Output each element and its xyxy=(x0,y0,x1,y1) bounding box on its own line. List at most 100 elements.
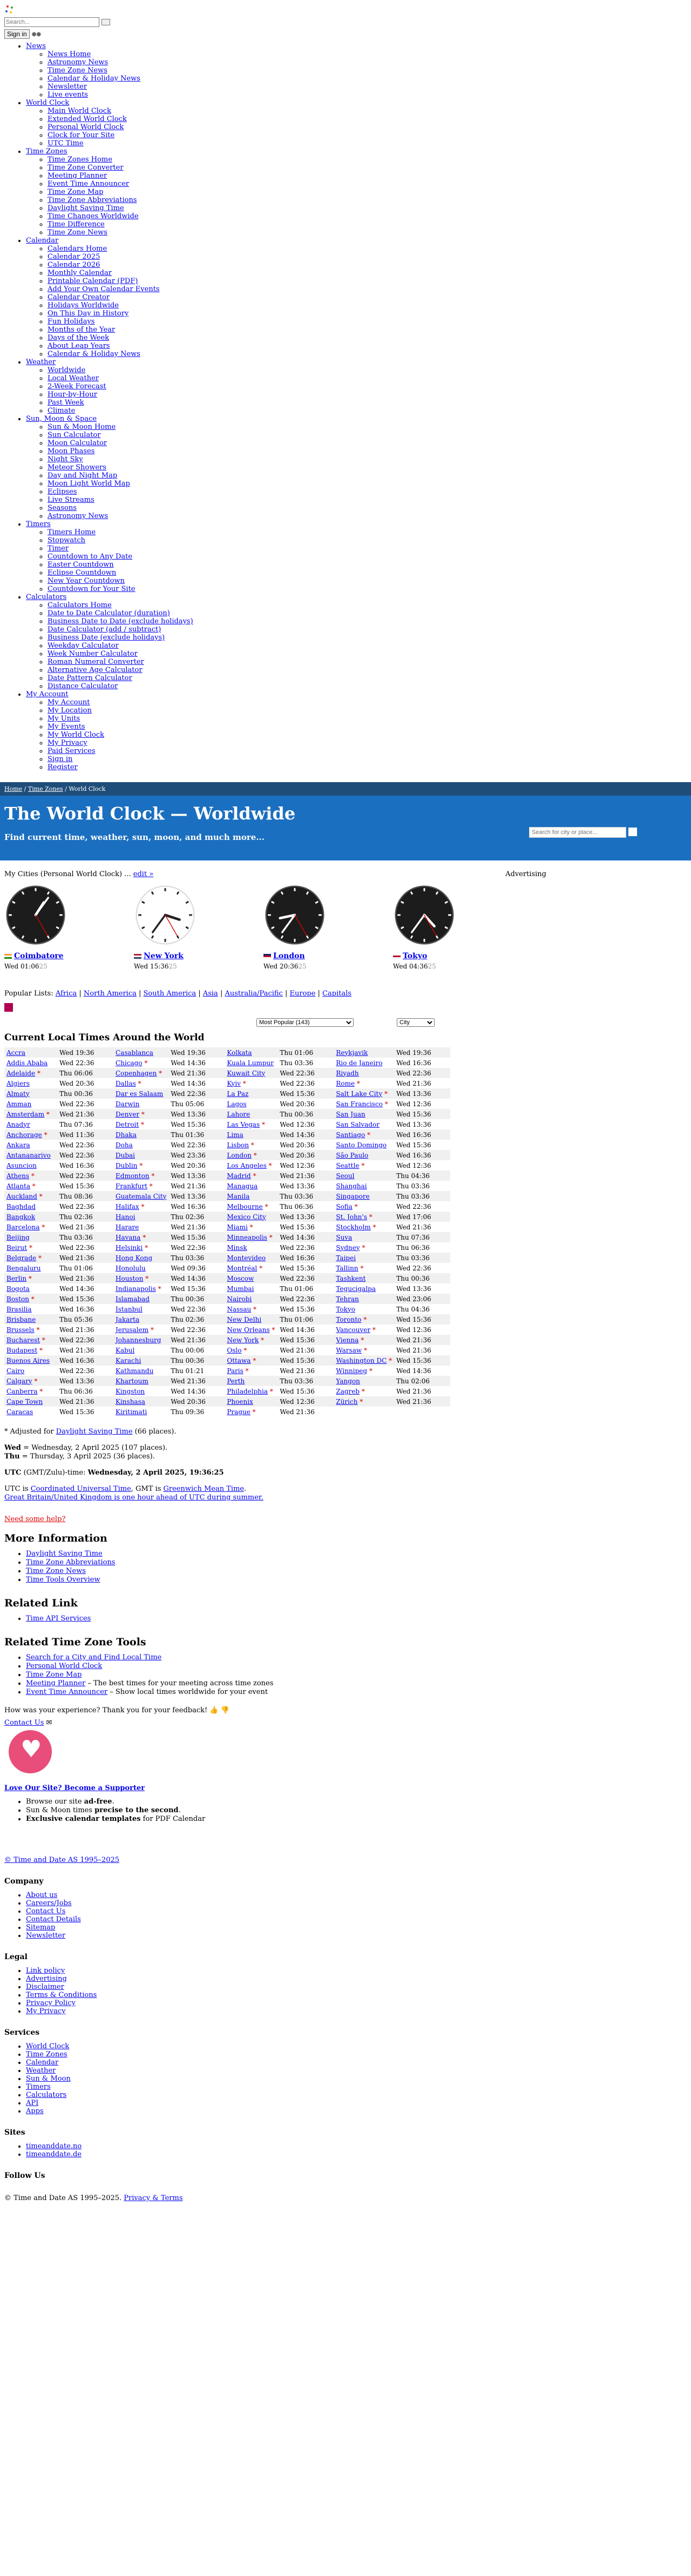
city-link[interactable]: Managua xyxy=(227,1182,258,1190)
city-link[interactable]: Asuncion xyxy=(6,1162,37,1169)
city-link[interactable]: Brisbane xyxy=(6,1316,36,1323)
city-link[interactable]: Adelaide xyxy=(6,1070,35,1077)
footer-sites-link-timeanddate-de[interactable]: timeanddate.de xyxy=(26,2150,82,2158)
nav-sublink-my-events[interactable]: My Events xyxy=(48,723,85,731)
clock-city-link[interactable]: London xyxy=(273,952,305,960)
city-link[interactable]: Indianapolis xyxy=(116,1285,156,1293)
sign-in-button[interactable]: Sign in xyxy=(4,29,30,39)
city-link[interactable]: Montréal xyxy=(227,1265,257,1272)
utc-link[interactable]: Coordinated Universal Time xyxy=(31,1485,131,1493)
city-link[interactable]: Sydney xyxy=(336,1244,360,1252)
nav-sublink-business-date-exclude-holidays[interactable]: Business Date (exclude holidays) xyxy=(48,634,165,642)
nav-sublink-my-location[interactable]: My Location xyxy=(48,707,92,715)
city-link[interactable]: Lisbon xyxy=(227,1141,249,1149)
city-link[interactable]: Cairo xyxy=(6,1367,24,1375)
city-link[interactable]: Madrid xyxy=(227,1172,250,1180)
nav-sublink-astronomy-news[interactable]: Astronomy News xyxy=(48,58,108,66)
city-link[interactable]: Zagreb xyxy=(336,1388,360,1395)
nav-sublink-time-zone-news[interactable]: Time Zone News xyxy=(48,228,107,237)
city-link[interactable]: Canberra xyxy=(6,1388,37,1395)
nav-sublink-holidays-worldwide[interactable]: Holidays Worldwide xyxy=(48,301,119,310)
nav-sublink-timers-home[interactable]: Timers Home xyxy=(48,528,96,536)
copyright-link[interactable]: © Time and Date AS 1995–2025 xyxy=(4,1856,119,1864)
breadcrumb-time-zones[interactable]: Time Zones xyxy=(28,785,63,792)
city-link[interactable]: Rome xyxy=(336,1080,355,1087)
nav-link-news[interactable]: News xyxy=(26,42,46,50)
city-link[interactable]: Kyiv xyxy=(227,1080,241,1087)
city-link[interactable]: Phoenix xyxy=(227,1398,253,1405)
nav-sublink-countdown-to-any-date[interactable]: Countdown to Any Date xyxy=(48,553,132,561)
city-link[interactable]: Amman xyxy=(6,1100,31,1108)
search-input[interactable] xyxy=(4,17,99,27)
city-link[interactable]: Stockholm xyxy=(336,1223,370,1231)
privacy-terms-link[interactable]: Privacy & Terms xyxy=(124,2194,182,2202)
clock-city-link[interactable]: Tokyo xyxy=(403,952,427,960)
city-link[interactable]: Prague xyxy=(227,1408,250,1416)
nav-sublink-day-and-night-map[interactable]: Day and Night Map xyxy=(48,472,117,480)
city-link[interactable]: Dar es Salaam xyxy=(116,1090,163,1098)
city-link[interactable]: Kiritimati xyxy=(116,1408,147,1416)
city-link[interactable]: Edmonton xyxy=(116,1172,150,1180)
city-link[interactable]: Minsk xyxy=(227,1244,247,1252)
nav-sublink-time-zone-converter[interactable]: Time Zone Converter xyxy=(48,164,124,172)
clock-city-link[interactable]: New York xyxy=(144,952,184,960)
city-link[interactable]: Halifax xyxy=(116,1203,139,1210)
city-link[interactable]: Manila xyxy=(227,1193,249,1200)
city-link[interactable]: Sofia xyxy=(336,1203,353,1210)
city-link[interactable]: Melbourne xyxy=(227,1203,262,1210)
city-link[interactable]: Auckland xyxy=(6,1193,37,1200)
city-link[interactable]: Kabul xyxy=(116,1347,134,1354)
nav-sublink-monthly-calendar[interactable]: Monthly Calendar xyxy=(48,269,112,277)
nav-sublink-moon-calculator[interactable]: Moon Calculator xyxy=(48,439,107,447)
city-link[interactable]: São Paulo xyxy=(336,1152,368,1159)
nav-sublink-about-leap-years[interactable]: About Leap Years xyxy=(48,342,110,350)
city-link[interactable]: Perth xyxy=(227,1377,245,1385)
nav-sublink-on-this-day-in-history[interactable]: On This Day in History xyxy=(48,310,128,318)
nav-sublink-alternative-age-calculator[interactable]: Alternative Age Calculator xyxy=(48,666,143,674)
city-link[interactable]: Copenhagen xyxy=(116,1070,157,1077)
nav-sublink-climate[interactable]: Climate xyxy=(48,407,75,415)
city-link[interactable]: Ottawa xyxy=(227,1357,250,1364)
city-link[interactable]: La Paz xyxy=(227,1090,248,1098)
thumbs-down-icon[interactable]: 👎 xyxy=(221,1706,229,1714)
nav-sublink-months-of-the-year[interactable]: Months of the Year xyxy=(48,326,115,334)
supporter-heart-icon[interactable] xyxy=(9,1730,52,1773)
nav-sublink-date-pattern-calculator[interactable]: Date Pattern Calculator xyxy=(48,674,132,682)
gb-summer-link[interactable]: Great Britain/United Kingdom is one hour… xyxy=(4,1494,263,1502)
city-link[interactable]: Houston xyxy=(116,1275,143,1282)
related-tool-link-personal-world-clock[interactable]: Personal World Clock xyxy=(26,1662,102,1670)
nav-sublink-daylight-saving-time[interactable]: Daylight Saving Time xyxy=(48,204,124,212)
city-link[interactable]: Mumbai xyxy=(227,1285,254,1293)
city-link[interactable]: Salt Lake City xyxy=(336,1090,382,1098)
contact-us-link[interactable]: Contact Us xyxy=(4,1719,44,1727)
nav-sublink-calendars-home[interactable]: Calendars Home xyxy=(48,245,107,253)
city-clock-london[interactable]: London Wed 20:3625 xyxy=(263,884,328,970)
footer-legal-link-privacy-policy[interactable]: Privacy Policy xyxy=(26,1999,76,2007)
city-link[interactable]: Berlin xyxy=(6,1275,26,1282)
footer-services-link-sun-moon[interactable]: Sun & Moon xyxy=(26,2075,71,2083)
city-link[interactable]: Casablanca xyxy=(116,1049,153,1057)
nav-sublink-local-weather[interactable]: Local Weather xyxy=(48,374,99,382)
nav-sublink-week-number-calculator[interactable]: Week Number Calculator xyxy=(48,650,138,658)
footer-services-link-calculators[interactable]: Calculators xyxy=(26,2091,66,2099)
nav-sublink-night-sky[interactable]: Night Sky xyxy=(48,455,83,463)
nav-link-timers[interactable]: Timers xyxy=(26,520,51,528)
city-link[interactable]: Warsaw xyxy=(336,1347,362,1354)
footer-services-link-time-zones[interactable]: Time Zones xyxy=(26,2050,67,2059)
nav-sublink-register[interactable]: Register xyxy=(48,763,78,771)
nav-sublink-countdown-for-your-site[interactable]: Countdown for Your Site xyxy=(48,585,136,593)
city-link[interactable]: Singapore xyxy=(336,1193,369,1200)
city-link[interactable]: Barcelona xyxy=(6,1223,39,1231)
city-link[interactable]: Khartoum xyxy=(116,1377,148,1385)
user-icon[interactable]: ●● xyxy=(32,31,41,37)
city-link[interactable]: Kinshasa xyxy=(116,1398,145,1405)
nav-sublink-time-zones-home[interactable]: Time Zones Home xyxy=(48,156,112,164)
nav-sublink-personal-world-clock[interactable]: Personal World Clock xyxy=(48,123,124,131)
city-link[interactable]: Calgary xyxy=(6,1377,32,1385)
nav-sublink-newsletter[interactable]: Newsletter xyxy=(48,83,87,91)
nav-sublink-sun-calculator[interactable]: Sun Calculator xyxy=(48,431,100,439)
nav-sublink-live-streams[interactable]: Live Streams xyxy=(48,496,94,504)
popular-sort-select[interactable]: Most Popular (143) xyxy=(256,1018,354,1027)
city-link[interactable]: Yangon xyxy=(336,1377,360,1385)
city-link[interactable]: Paris xyxy=(227,1367,243,1375)
